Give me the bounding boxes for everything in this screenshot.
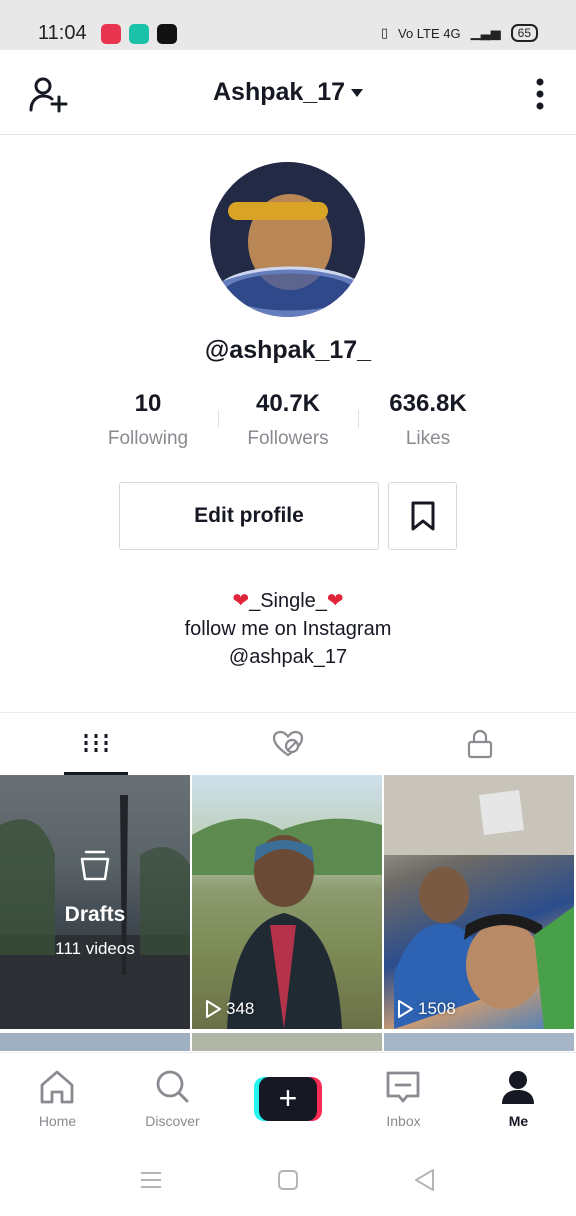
video-thumbnail [384, 775, 574, 1029]
status-time: 11:04 [38, 22, 87, 44]
avatar-image [210, 162, 365, 317]
stat-label: Followers [247, 428, 329, 449]
drafts-tile[interactable]: Drafts 111 videos [0, 775, 190, 1029]
stat-likes[interactable]: 636.8K Likes [358, 390, 498, 450]
status-indicators: ▯ Vo LTE 4G ▁▃▅ 65 [381, 24, 538, 42]
status-bar: 11:04 ▯ Vo LTE 4G ▁▃▅ 65 [0, 0, 576, 50]
stat-followers[interactable]: 40.7K Followers [218, 390, 358, 450]
stat-label: Following [107, 428, 189, 449]
system-navigation-bar [0, 1144, 576, 1216]
vibrate-icon: ▯ [380, 25, 388, 40]
stat-following[interactable]: 10 Following [78, 390, 218, 450]
stat-value: 10 [134, 390, 162, 417]
grid-icon [84, 734, 108, 754]
bookmark-icon [411, 501, 434, 531]
inbox-icon [386, 1071, 420, 1103]
stat-value: 40.7K [255, 390, 321, 417]
drafts-title: Drafts [64, 903, 126, 926]
home-square-icon[interactable] [277, 1169, 299, 1191]
view-count: 1508 [396, 999, 456, 1019]
nav-inbox[interactable]: Inbox [346, 1053, 461, 1145]
drafts-icon [80, 850, 110, 881]
bio-line-1: ❤_Single_❤ [0, 587, 576, 615]
plus-icon: + [259, 1077, 317, 1121]
profile-icon [502, 1071, 534, 1104]
drafts-overlay [0, 775, 190, 1029]
nav-home[interactable]: Home [0, 1053, 115, 1145]
bottom-navigation: Home Discover + Inbox Me [0, 1052, 576, 1145]
signal-icon: ▁▃▅ [470, 25, 501, 40]
chat-app-icon [129, 24, 149, 44]
liked-hidden-icon [272, 730, 304, 757]
content-tabs [0, 712, 576, 775]
video-thumbnail [192, 818, 382, 1029]
favorites-button[interactable] [388, 482, 457, 550]
bio-line-2: follow me on Instagram [184, 618, 392, 640]
view-count: 348 [204, 999, 254, 1019]
nav-label: Discover [145, 1113, 200, 1129]
view-count-value: 1508 [418, 999, 456, 1018]
nav-label: Inbox [386, 1113, 421, 1129]
username-label: Ashpak_17 [212, 78, 346, 106]
view-count-value: 348 [226, 999, 255, 1018]
video-tile[interactable] [384, 1033, 574, 1051]
video-grid: Drafts 111 videos 348 1508 [0, 775, 576, 1051]
profile-bio: ❤_Single_❤ follow me on Instagram @ashpa… [0, 587, 576, 671]
network-label: Vo LTE 4G [398, 25, 461, 41]
profile-header: Ashpak_17 [0, 50, 576, 135]
caret-down-icon [351, 89, 364, 98]
vpn-app-icon [157, 24, 177, 44]
nav-label: Me [508, 1113, 529, 1129]
battery-level: 65 [510, 24, 538, 42]
tab-private[interactable] [384, 713, 576, 775]
heart-icon: ❤ [326, 590, 344, 612]
profile-handle: @ashpak_17_ [204, 336, 372, 364]
video-tile[interactable] [0, 1033, 190, 1051]
nav-label: Home [38, 1113, 77, 1129]
nav-discover[interactable]: Discover [115, 1053, 230, 1145]
stat-label: Likes [405, 428, 451, 449]
avatar[interactable] [210, 162, 365, 317]
menu-icon[interactable] [140, 1170, 162, 1190]
home-icon [40, 1070, 74, 1104]
heart-icon: ❤ [232, 590, 250, 612]
username-switcher[interactable]: Ashpak_17 [0, 78, 576, 107]
nav-me[interactable]: Me [461, 1053, 576, 1145]
video-tile[interactable] [192, 1033, 382, 1051]
search-icon [156, 1070, 189, 1103]
more-options-icon[interactable] [532, 78, 548, 110]
back-icon[interactable] [413, 1168, 435, 1192]
tab-liked[interactable] [192, 713, 384, 775]
lock-icon [467, 729, 493, 759]
drafts-count: 111 videos [55, 939, 135, 958]
recorder-app-icon [101, 24, 121, 44]
stat-value: 636.8K [389, 390, 467, 417]
edit-profile-button[interactable]: Edit profile [119, 482, 379, 550]
bio-line-3: @ashpak_17 [228, 646, 348, 668]
video-tile[interactable]: 348 [192, 775, 382, 1029]
video-tile[interactable]: 1508 [384, 775, 574, 1029]
play-icon [398, 1000, 413, 1018]
play-icon [206, 1000, 221, 1018]
create-video-button[interactable]: + [254, 1077, 322, 1121]
bio-line-1-text: _Single_ [249, 590, 327, 612]
tab-videos[interactable] [0, 713, 192, 775]
